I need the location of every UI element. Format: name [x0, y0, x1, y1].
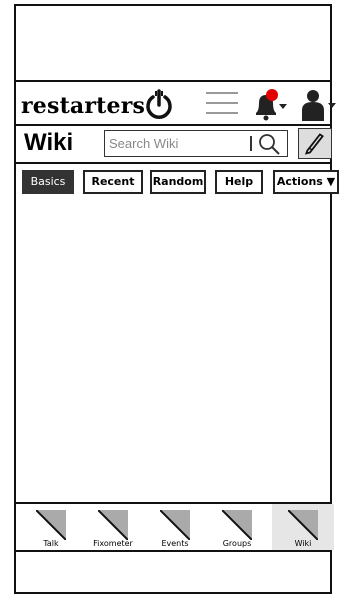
image-placeholder-icon	[222, 510, 252, 540]
edit-button[interactable]	[298, 128, 332, 159]
nav-label-events: Events	[161, 539, 189, 548]
nav-item-fixometer[interactable]: Fixometer	[82, 504, 144, 550]
nav-item-events[interactable]: Events	[144, 504, 206, 550]
image-placeholder-icon	[160, 510, 190, 540]
nav-label-groups: Groups	[222, 539, 252, 548]
search-box[interactable]	[104, 130, 288, 157]
power-icon[interactable]	[144, 88, 174, 120]
nav-item-groups[interactable]: Groups	[206, 504, 268, 550]
restarters-logo-text[interactable]: restarters	[21, 93, 145, 119]
app-header: restarters	[16, 80, 336, 126]
bottom-navigation: Talk Fixometer Events Groups Wiki	[16, 502, 334, 552]
nav-label-fixometer: Fixometer	[93, 539, 133, 548]
phone-frame: restarters Wiki Search Wiki Basics Recen…	[14, 4, 339, 594]
nav-label-wiki: Wiki	[294, 539, 312, 548]
notification-badge	[266, 89, 278, 101]
user-icon[interactable]	[299, 88, 339, 122]
bell-icon[interactable]	[252, 89, 292, 121]
nav-item-wiki[interactable]: Wiki	[272, 504, 334, 550]
tab-help[interactable]: Help	[215, 170, 263, 194]
tab-random[interactable]: Random	[150, 170, 206, 194]
tab-basics[interactable]: Basics	[22, 170, 74, 194]
image-placeholder-icon	[288, 510, 318, 540]
text-cursor	[250, 136, 252, 151]
actions-dropdown[interactable]: Actions ▼	[273, 170, 339, 194]
nav-label-talk: Talk	[43, 539, 59, 548]
chevron-down-icon	[328, 103, 336, 108]
page-title: Wiki	[24, 129, 74, 156]
chevron-down-icon	[279, 104, 287, 109]
nav-item-talk[interactable]: Talk	[20, 504, 82, 550]
image-placeholder-icon	[36, 510, 66, 540]
search-icon[interactable]	[257, 132, 281, 156]
hamburger-icon[interactable]	[206, 92, 238, 116]
search-input[interactable]	[109, 133, 249, 153]
pencil-icon	[304, 133, 324, 155]
wiki-toolbar: Wiki	[16, 126, 332, 164]
image-placeholder-icon	[98, 510, 128, 540]
tab-recent[interactable]: Recent	[83, 170, 143, 194]
